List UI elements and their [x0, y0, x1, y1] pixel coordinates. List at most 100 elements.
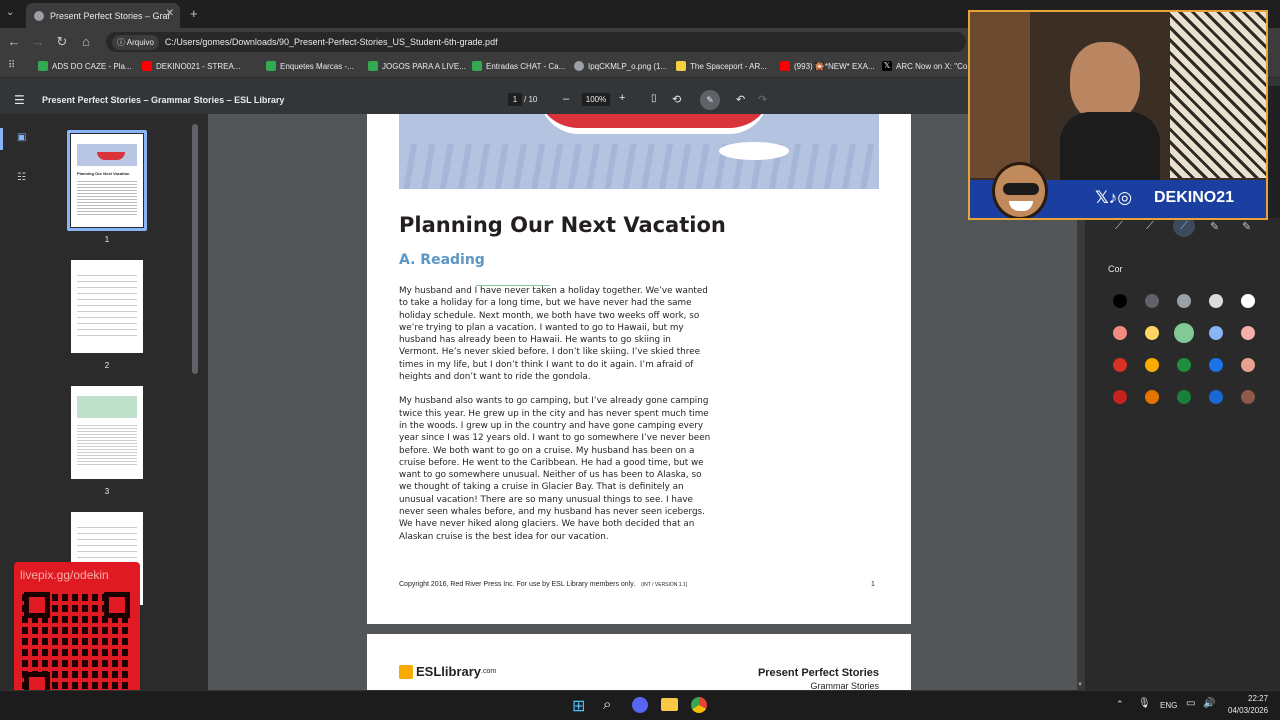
thumbnail-page-1[interactable]: Planning Our Next Vacation [71, 134, 143, 227]
annotation-panel: ⟋ ⟋ ⟋ ✎ ✎ Cor [1085, 215, 1280, 690]
color-swatch[interactable] [1241, 294, 1255, 308]
bookmark-item[interactable]: ADS DO CAZE - Pla... [38, 61, 132, 71]
active-indicator [0, 128, 3, 150]
apps-icon[interactable]: ⠿ [8, 60, 15, 71]
zoom-out-button[interactable]: – [563, 93, 569, 105]
thumbnail-label: 2 [104, 361, 110, 370]
color-swatch[interactable] [1241, 326, 1255, 340]
chrome-icon[interactable] [691, 697, 707, 713]
bookmark-label: ARC Now on X: "Co... [896, 61, 974, 71]
bookmark-item[interactable]: The Spaceport - AR... [676, 61, 767, 71]
bookmark-label: ADS DO CAZE - Pla... [52, 61, 132, 71]
undo-icon[interactable]: ↶ [736, 93, 745, 106]
page-input[interactable]: 1 [508, 93, 522, 106]
microphone-icon[interactable]: 🎙 [1138, 698, 1151, 709]
color-swatch[interactable] [1145, 326, 1159, 340]
page-total: / 10 [524, 95, 538, 104]
bookmark-item[interactable]: 𝕏 ARC Now on X: "Co... [882, 61, 974, 71]
avatar [992, 162, 1048, 218]
thumbnail-label: 1 [104, 235, 110, 244]
home-icon[interactable]: ⌂ [78, 34, 94, 49]
network-icon[interactable]: ▭ [1186, 698, 1195, 709]
annotate-icon[interactable]: ✎ [700, 90, 720, 110]
forward-icon[interactable]: → [30, 34, 46, 49]
bookmark-item[interactable]: Entradas CHAT - Ca... [472, 61, 565, 71]
bookmark-item[interactable]: (993) 🎇*NEW* EXA... [780, 61, 875, 71]
pen-tool-icon[interactable]: ⟋ [1115, 220, 1123, 233]
color-swatch[interactable] [1241, 390, 1255, 404]
color-swatch[interactable] [1145, 390, 1159, 404]
redo-icon[interactable]: ↷ [758, 93, 767, 106]
color-swatch[interactable] [1145, 358, 1159, 372]
address-bar[interactable]: ⓘ Arquivo C:/Users/gomes/Downloads/90_Pr… [106, 32, 966, 52]
color-swatch[interactable] [1174, 323, 1194, 343]
thumbnails-scrollbar[interactable] [192, 124, 198, 374]
thumbnail-label: 3 [104, 487, 110, 496]
thumbnail-page-2[interactable] [71, 260, 143, 353]
page2-title: Present Perfect Stories [757, 667, 879, 679]
tab-close-icon[interactable]: ✕ [166, 8, 174, 19]
thumbnails-icon[interactable]: ▣ [17, 132, 26, 143]
pdf-viewer: Planning Our Next Vacation A. Reading My… [200, 114, 1085, 690]
color-swatch[interactable] [1113, 326, 1127, 340]
file-chip[interactable]: ⓘ Arquivo [112, 34, 159, 50]
color-swatch[interactable] [1209, 294, 1223, 308]
tab-search-icon[interactable]: ⌄ [6, 7, 14, 18]
bookmark-label: The Spaceport - AR... [690, 61, 767, 71]
webcam-wall-art [1170, 12, 1266, 178]
color-swatch[interactable] [1113, 390, 1127, 404]
discord-icon[interactable] [632, 697, 648, 713]
language-indicator[interactable]: ENG [1160, 701, 1177, 710]
bookmark-item[interactable]: Enquetes Marcas -... [266, 61, 354, 71]
color-swatch[interactable] [1209, 326, 1223, 340]
bookmark-item[interactable]: JOGOS PARA A LIVE... [368, 61, 466, 71]
boat-illustration [399, 114, 879, 189]
rotate-icon[interactable]: ⟲ [672, 93, 681, 106]
back-icon[interactable]: ← [6, 34, 22, 49]
color-swatch[interactable] [1113, 294, 1127, 308]
eraser-tool-icon[interactable]: ✎ [1242, 220, 1251, 233]
outline-icon[interactable]: ☷ [17, 172, 26, 183]
thumbnail-page-3[interactable] [71, 386, 143, 479]
sheets-icon [368, 61, 378, 71]
tab-title: Present Perfect Stories – Gramm... [50, 10, 170, 21]
scroll-down-icon[interactable]: ▼ [1077, 682, 1083, 688]
thumbnail-image [77, 396, 137, 418]
spaceport-icon [676, 61, 686, 71]
fit-page-icon[interactable]: ▯ [651, 93, 657, 104]
viewer-left-edge [200, 114, 208, 690]
color-swatch[interactable] [1177, 358, 1191, 372]
marker-tool-icon[interactable]: ✎ [1210, 220, 1219, 233]
color-swatch[interactable] [1209, 358, 1223, 372]
color-swatch[interactable] [1209, 390, 1223, 404]
file-explorer-icon[interactable] [661, 698, 678, 711]
color-swatch[interactable] [1145, 294, 1159, 308]
browser-tab[interactable]: Present Perfect Stories – Gramm... ✕ [26, 3, 180, 28]
windows-start-icon[interactable]: ⊞ [572, 696, 585, 716]
bookmark-item[interactable]: IpqCKMLP_o.png (1... [574, 61, 667, 71]
new-tab-icon[interactable]: + [190, 6, 198, 21]
reading-text: My husband and I have never taken a holi… [399, 285, 711, 543]
tray-chevron-icon[interactable]: ⌃ [1116, 699, 1124, 710]
thumbnail-boat-image [77, 144, 137, 166]
color-swatch[interactable] [1177, 390, 1191, 404]
bookmark-item[interactable]: DEKINO021 - STREA... [142, 61, 240, 71]
search-icon[interactable]: ⌕ [603, 696, 611, 713]
taskbar: ⊞ ⌕ ⌃ 🎙 ENG ▭ 🔊 22:27 04/03/2026 [0, 690, 1280, 720]
color-swatch[interactable] [1113, 358, 1127, 372]
bookmark-label: Enquetes Marcas -... [280, 61, 354, 71]
reload-icon[interactable]: ↻ [54, 34, 70, 50]
file-chip-label: Arquivo [126, 37, 154, 47]
pencil-tool-icon[interactable]: ⟋ [1146, 220, 1154, 233]
color-swatch[interactable] [1241, 358, 1255, 372]
color-swatch[interactable] [1177, 294, 1191, 308]
qr-code [22, 590, 132, 700]
clock-date[interactable]: 04/03/2026 [1228, 706, 1268, 715]
volume-icon[interactable]: 🔊 [1203, 698, 1215, 709]
zoom-input[interactable]: 100% [582, 93, 610, 106]
menu-icon[interactable]: ☰ [14, 93, 25, 107]
pdf-title: Present Perfect Stories – Grammar Storie… [42, 95, 285, 105]
pdf-page-1: Planning Our Next Vacation A. Reading My… [367, 114, 911, 624]
zoom-in-button[interactable]: + [619, 92, 625, 104]
clock-time[interactable]: 22:27 [1248, 694, 1268, 703]
